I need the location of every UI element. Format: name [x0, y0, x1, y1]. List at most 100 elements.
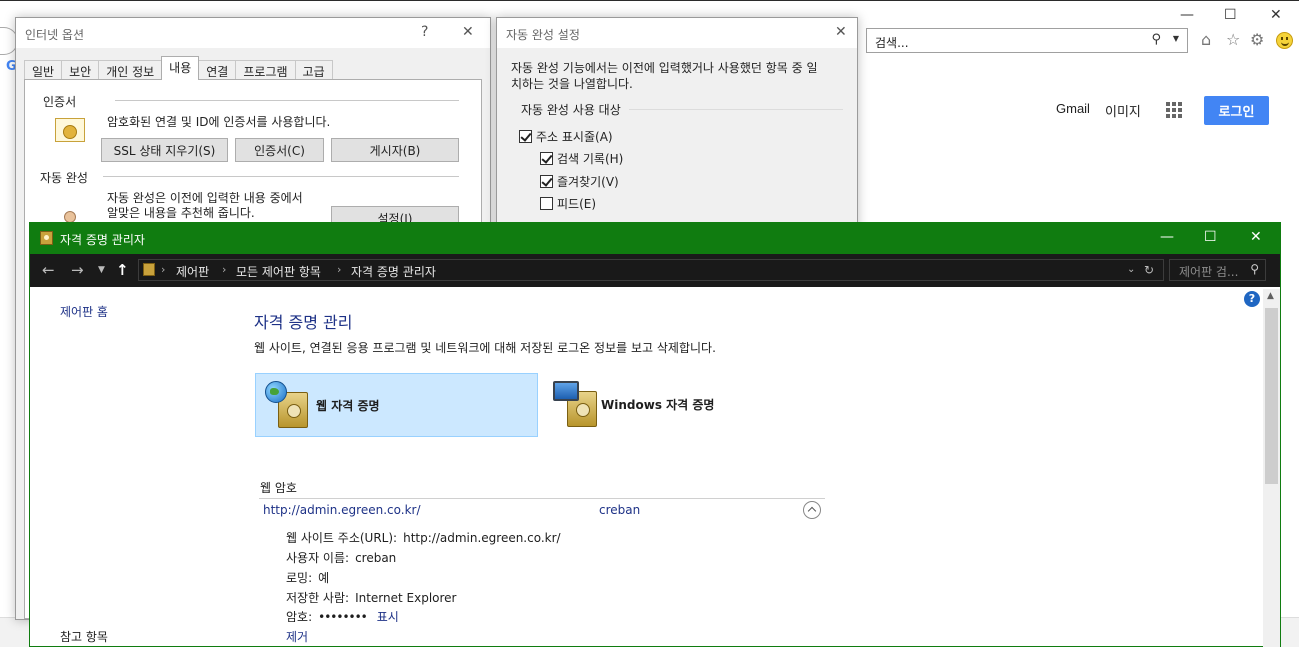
tab-advanced[interactable]: 고급: [294, 60, 333, 80]
remove-credential-link[interactable]: 제거: [286, 628, 308, 645]
tab-privacy[interactable]: 개인 정보: [98, 60, 163, 80]
home-icon[interactable]: ⌂: [1201, 30, 1211, 49]
internet-options-titlebar[interactable]: 인터넷 옵션 ? ✕: [16, 18, 490, 48]
browser-search-input[interactable]: 검색... ⚲ ▼: [866, 28, 1188, 53]
credential-user[interactable]: creban: [599, 503, 640, 517]
detail-site-url: 웹 사이트 주소(URL): http://admin.egreen.co.kr/: [286, 529, 561, 546]
tab-content[interactable]: 내용: [161, 56, 200, 80]
chevron-down-icon[interactable]: ⌄: [1127, 264, 1135, 275]
search-icon[interactable]: ⚲: [1151, 32, 1161, 47]
tab-programs[interactable]: 프로그램: [235, 60, 296, 80]
checkbox-feeds[interactable]: 피드(E): [540, 195, 596, 212]
password-mask: ••••••••: [318, 610, 368, 624]
tab-general[interactable]: 일반: [24, 60, 63, 80]
control-panel-icon: [143, 263, 155, 276]
detail-label: 암호:: [286, 610, 313, 624]
autocomplete-description-line1: 자동 완성은 이전에 입력한 내용 중에서: [107, 191, 303, 205]
help-icon[interactable]: ?: [1244, 291, 1260, 307]
credential-manager-titlebar[interactable]: 자격 증명 관리자 — ☐ ✕: [30, 223, 1280, 254]
navigation-bar: ← → ▼ ↑ › 제어판 › 모든 제어판 항목 › 자격 증명 관리자 ⌄ …: [30, 254, 1280, 287]
see-also-label: 참고 항목: [60, 630, 108, 644]
web-passwords-section-title: 웹 암호: [260, 481, 297, 495]
breadcrumb-credential-manager[interactable]: 자격 증명 관리자: [351, 263, 436, 280]
certificate-icon: [55, 118, 85, 142]
checkbox-search-history[interactable]: 검색 기록(H): [540, 150, 623, 167]
checkbox-checked[interactable]: [540, 152, 553, 165]
browser-search-placeholder: 검색...: [875, 36, 909, 50]
detail-label: 웹 사이트 주소(URL):: [286, 531, 398, 545]
certificates-group-label: 인증서: [43, 93, 83, 110]
gmail-link[interactable]: Gmail: [1056, 101, 1090, 116]
chevron-down-icon[interactable]: ▼: [1173, 34, 1179, 43]
browser-maximize-button[interactable]: ☐: [1224, 7, 1237, 23]
detail-value: Internet Explorer: [355, 591, 457, 605]
breadcrumb-control-panel[interactable]: 제어판: [176, 263, 209, 280]
divider: [259, 498, 825, 499]
browser-close-button[interactable]: ✕: [1270, 7, 1282, 23]
detail-password: 암호: •••••••• 표시: [286, 608, 399, 625]
autocomplete-description: 자동 완성 기능에서는 이전에 입력했거나 사용했던 항목 중 일 치하는 것을…: [511, 60, 851, 92]
tab-security[interactable]: 보안: [61, 60, 100, 80]
detail-label: 저장한 사람:: [286, 591, 350, 605]
images-link[interactable]: 이미지: [1105, 101, 1141, 120]
certificates-description: 암호화된 연결 및 ID에 인증서를 사용합니다.: [107, 115, 331, 129]
address-bar[interactable]: › 제어판 › 모든 제어판 항목 › 자격 증명 관리자 ⌄ ↻: [138, 259, 1164, 281]
checkbox-favorites[interactable]: 즐겨찾기(V): [540, 173, 619, 190]
dialog-title: 자동 완성 설정: [506, 28, 580, 42]
detail-label: 로밍:: [286, 571, 313, 585]
up-arrow-icon[interactable]: ↑: [116, 261, 129, 279]
chevron-right-icon[interactable]: ›: [222, 263, 226, 276]
clear-ssl-state-button[interactable]: SSL 상태 지우기(S): [101, 138, 228, 162]
close-icon[interactable]: ✕: [1250, 229, 1262, 245]
checkbox-checked[interactable]: [540, 175, 553, 188]
breadcrumb-all-items[interactable]: 모든 제어판 항목: [236, 263, 321, 280]
autocomplete-group-label: 자동 완성: [40, 169, 94, 186]
login-button[interactable]: 로그인: [1204, 96, 1269, 125]
windows-credentials-tile[interactable]: Windows 자격 증명: [545, 373, 828, 437]
recent-locations-icon[interactable]: ▼: [98, 265, 105, 275]
forward-arrow-icon[interactable]: →: [71, 261, 84, 279]
web-credentials-tile[interactable]: 웹 자격 증명: [255, 373, 538, 437]
monitor-icon: [553, 381, 579, 401]
browser-minimize-button[interactable]: —: [1180, 7, 1194, 23]
divider: [103, 176, 459, 177]
scrollbar-thumb[interactable]: [1265, 308, 1278, 484]
chevron-right-icon[interactable]: ›: [337, 263, 341, 276]
checkbox-unchecked[interactable]: [540, 197, 553, 210]
autocomplete-description-line2: 알맞은 내용을 추천해 줍니다.: [107, 206, 255, 220]
star-icon[interactable]: ☆: [1226, 30, 1240, 49]
back-arrow-icon[interactable]: ←: [42, 261, 55, 279]
publishers-button[interactable]: 게시자(B): [331, 138, 459, 162]
credential-url-link[interactable]: http://admin.egreen.co.kr/: [263, 503, 421, 517]
scroll-up-arrow-icon[interactable]: ▲: [1267, 291, 1274, 301]
refresh-icon[interactable]: ↻: [1144, 263, 1154, 277]
tab-connections[interactable]: 연결: [198, 60, 237, 80]
credential-manager-window: 자격 증명 관리자 — ☐ ✕ ← → ▼ ↑ › 제어판 › 모든 제어판 항…: [29, 222, 1281, 647]
checkbox-checked[interactable]: [519, 130, 532, 143]
minimize-icon[interactable]: —: [1160, 229, 1174, 245]
checkbox-label: 즐겨찾기(V): [557, 175, 619, 189]
detail-roaming: 로밍: 예: [286, 569, 329, 586]
search-icon[interactable]: ⚲: [1250, 262, 1259, 276]
detail-value: http://admin.egreen.co.kr/: [403, 531, 561, 545]
apps-grid-icon[interactable]: [1166, 102, 1182, 118]
show-password-link[interactable]: 표시: [377, 610, 399, 624]
control-panel-search-input[interactable]: 제어판 검... ⚲: [1169, 259, 1266, 281]
tab-strip: 일반 보안 개인 정보 내용 연결 프로그램 고급: [24, 56, 333, 80]
collapse-chevron-up-icon[interactable]: [803, 501, 821, 519]
help-button[interactable]: ?: [421, 24, 428, 40]
certificates-button[interactable]: 인증서(C): [235, 138, 324, 162]
checkbox-address-bar[interactable]: 주소 표시줄(A): [519, 128, 613, 145]
checkbox-label: 피드(E): [557, 197, 597, 211]
maximize-icon[interactable]: ☐: [1204, 229, 1217, 245]
close-icon[interactable]: ✕: [462, 24, 474, 40]
close-icon[interactable]: ✕: [835, 24, 847, 40]
window-title: 자격 증명 관리자: [60, 233, 145, 247]
chevron-right-icon: ›: [161, 263, 166, 276]
checkbox-label: 검색 기록(H): [557, 152, 624, 166]
page-title: 자격 증명 관리: [254, 313, 353, 332]
gear-icon[interactable]: ⚙: [1250, 30, 1264, 49]
control-panel-home-link[interactable]: 제어판 홈: [60, 303, 108, 320]
smiley-icon[interactable]: [1276, 32, 1293, 49]
autocomplete-titlebar[interactable]: 자동 완성 설정 ✕: [497, 18, 857, 48]
